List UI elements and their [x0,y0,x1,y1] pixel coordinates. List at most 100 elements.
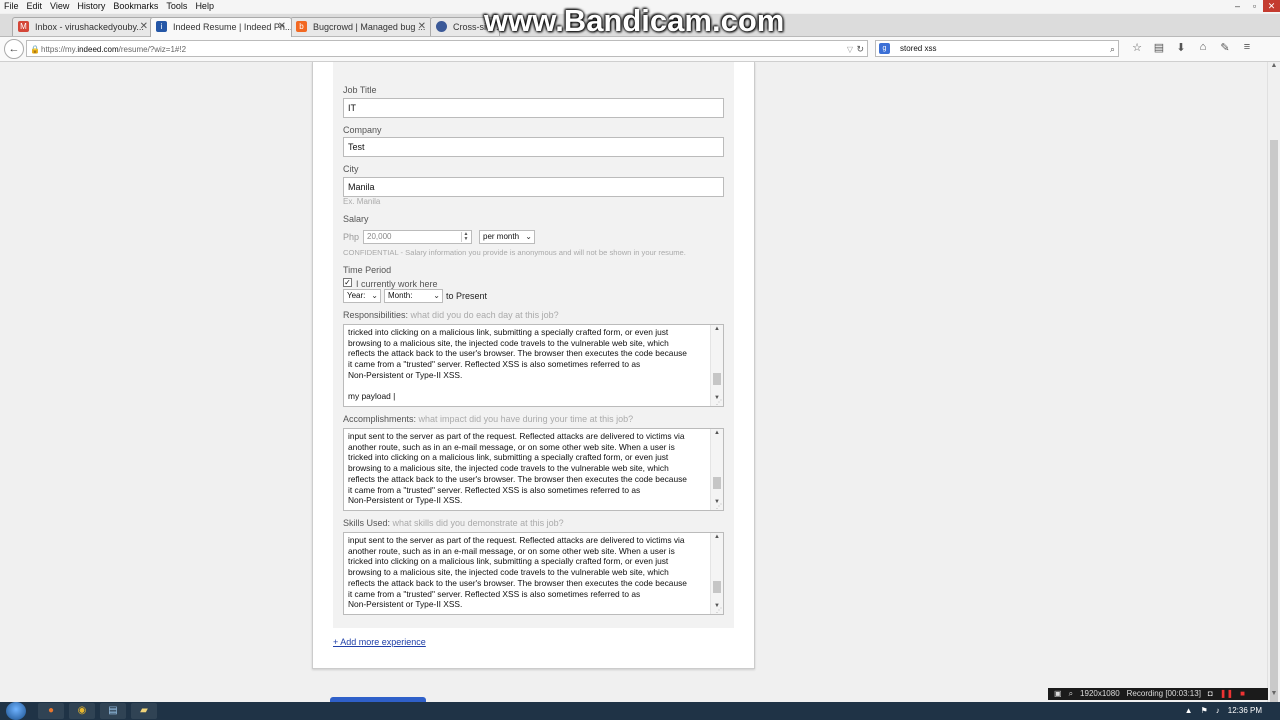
tab-indeed[interactable]: i Indeed Resume | Indeed Ph... ✕ [150,17,292,37]
google-icon[interactable]: g [879,43,890,54]
search-bar[interactable]: g stored xss ⌕ [875,40,1119,57]
accomplishments-hint: what impact did you have during your tim… [418,414,634,424]
resize-grip-icon[interactable]: ⋰ [716,399,722,406]
download-icon[interactable]: ⬇ [1170,41,1192,54]
experience-panel: Job Title IT Company Test City Manila Ex… [333,62,734,628]
accomplishments-label-text: Accomplishments: [343,414,417,424]
tab-gmail[interactable]: M Inbox - virushackedyouby... ✕ [12,17,154,36]
pause-icon[interactable]: ❚❚ [1220,688,1233,700]
scroll-up-icon[interactable]: ▲ [711,534,723,540]
accomplishments-text: input sent to the server as part of the … [348,431,687,506]
salary-period-select[interactable]: per month ⌄ [479,230,535,244]
page-content: Job Title IT Company Test City Manila Ex… [0,62,1268,702]
bandicam-watermark: www.Bandicam.com [484,3,785,38]
folder-icon[interactable]: ▰ [131,703,157,719]
menu-view[interactable]: View [46,0,73,11]
magnifier-icon[interactable]: ⌕ [1069,688,1073,700]
chevron-down-icon: ⌄ [433,291,440,300]
responsibilities-hint: what did you do each day at this job? [410,310,559,320]
scroll-thumb[interactable] [713,477,721,489]
salary-input[interactable]: 20,000 ▲ ▼ [363,230,472,244]
salary-period-value: per month [483,232,520,241]
accomplishments-label: Accomplishments: what impact did you hav… [343,414,633,424]
system-tray: ▲ ⚑ ♪ 12:36 PM [1185,702,1262,720]
to-present-text: to Present [446,291,488,301]
textarea-scrollbar[interactable]: ▲ ▼ [710,429,723,510]
firefox-icon[interactable]: ● [38,703,64,719]
scroll-down-icon[interactable]: ▼ [1268,690,1280,702]
job-title-input[interactable]: IT [343,98,724,118]
menu-file[interactable]: File [0,0,23,11]
start-button-icon[interactable] [6,702,26,720]
close-tab-icon[interactable]: ✕ [418,18,426,36]
resize-grip-icon[interactable]: ⋰ [716,607,722,614]
volume-icon[interactable]: ♪ [1216,702,1220,720]
skills-label-text: Skills Used: [343,518,391,528]
camera-icon[interactable]: ◘ [1208,688,1213,700]
year-value: Year: [347,291,366,300]
close-tab-icon[interactable]: ✕ [140,18,148,36]
spinner-icon[interactable]: ▲ ▼ [461,232,470,242]
screen-icon[interactable]: ▣ [1054,688,1062,700]
menu-bookmarks[interactable]: Bookmarks [109,0,162,11]
page-scrollbar[interactable]: ▲ ▼ [1267,62,1280,718]
year-select[interactable]: Year: ⌄ [343,289,381,303]
month-select[interactable]: Month: ⌄ [384,289,443,303]
responsibilities-textarea[interactable]: tricked into clicking on a malicious lin… [343,324,724,407]
accomplishments-textarea[interactable]: input sent to the server as part of the … [343,428,724,511]
url-path: /resume/?wiz=1#!2 [118,45,187,54]
resize-grip-icon[interactable]: ⋰ [716,503,722,510]
search-icon[interactable]: ⌕ [1110,41,1115,57]
salary-confidential-note: CONFIDENTIAL - Salary information you pr… [343,248,686,257]
company-input[interactable]: Test [343,137,724,157]
menu-help[interactable]: Help [191,0,218,11]
tray-arrow-icon[interactable]: ▲ [1185,702,1193,720]
addon-icon[interactable]: ✎ [1214,41,1236,54]
menu-edit[interactable]: Edit [23,0,47,11]
bookmark-star-icon[interactable]: ☆ [1126,41,1148,54]
month-value: Month: [388,291,413,300]
textarea-scrollbar[interactable]: ▲ ▼ [710,325,723,406]
home-icon[interactable]: ⌂ [1192,41,1214,54]
clock[interactable]: 12:36 PM [1228,702,1262,720]
url-dropdown-icon[interactable]: ▽ [847,41,853,58]
chevron-down-icon: ⌄ [371,291,378,300]
menu-icon[interactable]: ≡ [1236,41,1258,54]
textarea-scrollbar[interactable]: ▲ ▼ [710,533,723,614]
stop-icon[interactable]: ■ [1240,688,1245,700]
current-job-checkbox[interactable]: ✓ [343,278,352,287]
reload-icon[interactable]: ↻ [856,41,864,58]
recording-bar: ▣ ⌕ 1920x1080 Recording [00:03:13] ◘ ❚❚ … [1048,688,1268,700]
chrome-icon[interactable]: ◉ [69,703,95,719]
menu-tools[interactable]: Tools [162,0,191,11]
scroll-up-icon[interactable]: ▲ [711,326,723,332]
notepad-icon[interactable]: ▤ [100,703,126,719]
scroll-thumb[interactable] [713,581,721,593]
menu-history[interactable]: History [73,0,109,11]
network-icon[interactable]: ⚑ [1201,702,1208,720]
minimize-icon[interactable]: – [1229,0,1246,12]
maximize-icon[interactable]: ▫ [1246,0,1263,12]
salary-value: 20,000 [367,232,392,241]
search-input[interactable]: stored xss [900,44,936,53]
tab-title: Indeed Resume | Indeed Ph... [173,22,292,32]
scroll-up-icon[interactable]: ▲ [1268,62,1280,74]
scroll-up-icon[interactable]: ▲ [711,430,723,436]
tab-bugcrowd[interactable]: b Bugcrowd | Managed bug ... ✕ [290,17,432,36]
page-scroll-thumb[interactable] [1270,140,1278,718]
scroll-thumb[interactable] [713,373,721,385]
tab-title: Inbox - virushackedyouby... [35,22,144,32]
close-window-icon[interactable]: ✕ [1263,0,1280,12]
url-bar[interactable]: 🔒 https://my.indeed.com/resume/?wiz=1#!2… [26,40,868,57]
responsibilities-label: Responsibilities: what did you do each d… [343,310,559,320]
skills-text: input sent to the server as part of the … [348,535,687,610]
company-label: Company [343,125,382,135]
city-input[interactable]: Manila [343,177,724,197]
bookmarks-list-icon[interactable]: ▤ [1148,41,1170,54]
close-tab-icon[interactable]: ✕ [278,18,286,36]
url-domain: indeed.com [77,45,119,54]
skills-textarea[interactable]: input sent to the server as part of the … [343,532,724,615]
add-more-experience-link[interactable]: + Add more experience [333,637,426,647]
city-label: City [343,164,359,174]
back-arrow-icon[interactable]: ← [4,39,24,59]
